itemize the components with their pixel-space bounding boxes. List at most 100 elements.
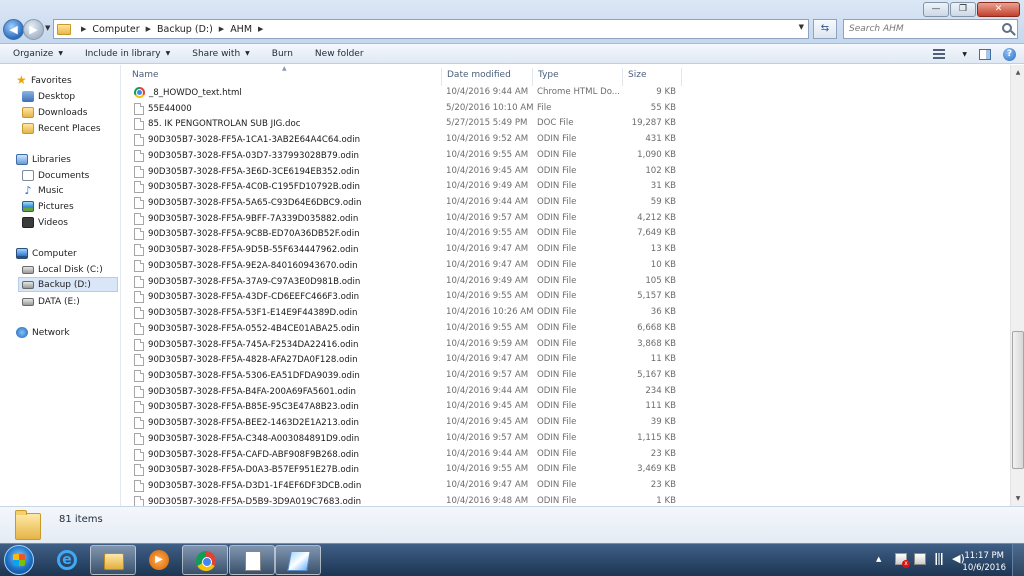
nav-backup-d[interactable]: Backup (D:)	[18, 277, 118, 292]
battery-icon[interactable]	[914, 553, 926, 565]
close-button[interactable]: ✕	[977, 2, 1020, 17]
file-row[interactable]: 85. IK PENGONTROLAN SUB JIG.doc 5/27/2015…	[130, 117, 681, 133]
breadcrumb-computer[interactable]: Computer	[92, 24, 139, 35]
nav-favorites[interactable]: ★ Favorites	[16, 73, 72, 88]
nav-network[interactable]: Network	[16, 325, 70, 340]
include-in-library-menu[interactable]: Include in library ▼	[72, 44, 179, 64]
file-row[interactable]: _8_HOWDO_text.html 10/4/2016 9:44 AM Chrom…	[130, 86, 681, 102]
file-date: 10/4/2016 9:57 AM	[446, 369, 529, 380]
forward-button[interactable]: ▶	[23, 19, 44, 40]
file-name: 90D305B7-3028-FF5A-B85E-95C3E47A8B23.odi…	[148, 402, 359, 413]
taskbar-windows-explorer[interactable]	[90, 545, 136, 575]
file-row[interactable]: 90D305B7-3028-FF5A-5A65-C93D64E6DBC9.odi…	[130, 196, 681, 212]
nav-videos[interactable]: Videos	[22, 215, 68, 230]
scroll-down-icon[interactable]: ▼	[1012, 492, 1024, 505]
file-row[interactable]: 90D305B7-3028-FF5A-BEE2-1463D2E1A213.odi…	[130, 416, 681, 432]
burn-button[interactable]: Burn	[259, 44, 302, 64]
nav-data-e[interactable]: DATA (E:)	[22, 294, 80, 309]
file-row[interactable]: 55E44000 5/20/2016 10:10 AM File 55 KB	[130, 102, 681, 118]
file-row[interactable]: 90D305B7-3028-FF5A-03D7-337993028B79.odi…	[130, 149, 681, 165]
nav-desktop[interactable]: Desktop	[22, 89, 75, 104]
file-row[interactable]: 90D305B7-3028-FF5A-4828-AFA27DA0F128.odi…	[130, 353, 681, 369]
file-row[interactable]: 90D305B7-3028-FF5A-53F1-E14E9F44389D.odi…	[130, 306, 681, 322]
search-input[interactable]: Search AHM	[843, 19, 1018, 39]
file-row[interactable]: 90D305B7-3028-FF5A-D3D1-1F4EF6DF3DCB.odi…	[130, 479, 681, 495]
nav-downloads[interactable]: Downloads	[22, 105, 87, 120]
file-icon	[134, 401, 144, 414]
nav-recent-places[interactable]: Recent Places	[22, 121, 101, 136]
taskbar-chrome[interactable]	[182, 545, 228, 575]
file-row[interactable]: 90D305B7-3028-FF5A-4C0B-C195FD10792B.odi…	[130, 180, 681, 196]
nav-local-disk-c[interactable]: Local Disk (C:)	[22, 262, 103, 277]
nav-music[interactable]: ♪ Music	[22, 183, 63, 198]
file-row[interactable]: 90D305B7-3028-FF5A-5306-EA51DFDA9039.odi…	[130, 369, 681, 385]
chevron-right-icon[interactable]: ▶	[146, 25, 151, 33]
breadcrumb-ahm[interactable]: AHM	[230, 24, 252, 35]
chevron-right-icon[interactable]: ▶	[258, 25, 263, 33]
file-row[interactable]: 90D305B7-3028-FF5A-37A9-C97A3E0D981B.odi…	[130, 275, 681, 291]
file-row[interactable]: 90D305B7-3028-FF5A-D0A3-B57EF951E27B.odi…	[130, 463, 681, 479]
clock[interactable]: 11:17 PM 10/6/2016	[962, 550, 1006, 574]
taskbar-document[interactable]	[229, 545, 275, 575]
column-header-date-modified[interactable]: Date modified	[441, 68, 532, 86]
show-hidden-icons-icon[interactable]: ▲	[876, 553, 888, 565]
nav-pictures[interactable]: Pictures	[22, 199, 74, 214]
recent-pages-dropdown[interactable]: ▼	[45, 24, 50, 32]
change-view-icon[interactable]	[933, 49, 946, 59]
chevron-right-icon[interactable]: ▶	[219, 25, 224, 33]
file-row[interactable]: 90D305B7-3028-FF5A-745A-F2534DA22416.odi…	[130, 338, 681, 354]
network-signal-icon[interactable]	[933, 553, 945, 565]
refresh-button[interactable]: ⇆	[813, 19, 837, 39]
preview-pane-icon[interactable]	[979, 48, 991, 60]
file-row[interactable]: 90D305B7-3028-FF5A-B4FA-200A69FA5601.odi…	[130, 385, 681, 401]
back-button[interactable]: ◀	[3, 19, 24, 40]
organize-menu[interactable]: Organize ▼	[0, 44, 72, 64]
file-date: 10/4/2016 9:59 AM	[446, 338, 529, 349]
scrollbar-thumb[interactable]	[1012, 331, 1024, 469]
file-name-cell: 90D305B7-3028-FF5A-03D7-337993028B79.odi…	[134, 149, 434, 162]
nav-libraries[interactable]: Libraries	[16, 152, 71, 167]
file-row[interactable]: 90D305B7-3028-FF5A-9BFF-7A339D035882.odi…	[130, 212, 681, 228]
file-row[interactable]: 90D305B7-3028-FF5A-B85E-95C3E47A8B23.odi…	[130, 400, 681, 416]
file-size: 6,668 KB	[637, 322, 676, 333]
column-header-size[interactable]: Size	[622, 68, 682, 86]
chevron-right-icon[interactable]: ▶	[81, 25, 86, 33]
file-type: ODIN File	[537, 480, 577, 490]
file-date: 10/4/2016 9:45 AM	[446, 165, 529, 176]
file-row[interactable]: 90D305B7-3028-FF5A-1CA1-3AB2E64A4C64.odi…	[130, 133, 681, 149]
show-desktop-button[interactable]	[1012, 544, 1024, 576]
share-with-menu[interactable]: Share with ▼	[179, 44, 259, 64]
column-header-type[interactable]: Type	[532, 68, 622, 86]
file-row[interactable]: 90D305B7-3028-FF5A-43DF-CD6EEFC466F3.odi…	[130, 290, 681, 306]
taskbar-internet-explorer[interactable]: e	[44, 545, 90, 575]
help-icon[interactable]: ?	[1003, 47, 1016, 61]
file-row[interactable]: 90D305B7-3028-FF5A-3E6D-3CE6194EB352.odi…	[130, 165, 681, 181]
nav-documents[interactable]: Documents	[22, 168, 89, 183]
breadcrumb-backup-drive[interactable]: Backup (D:)	[157, 24, 213, 35]
file-row[interactable]: 90D305B7-3028-FF5A-9D5B-55F634447962.odi…	[130, 243, 681, 259]
file-row[interactable]: 90D305B7-3028-FF5A-0552-4B4CE01ABA25.odi…	[130, 322, 681, 338]
address-bar[interactable]: ▶ Computer ▶ Backup (D:) ▶ AHM ▶ ▼	[53, 19, 809, 39]
file-row[interactable]: 90D305B7-3028-FF5A-C348-A003084891D9.odi…	[130, 432, 681, 448]
file-name: 90D305B7-3028-FF5A-D5B9-3D9A019C7683.odi…	[148, 496, 362, 506]
maximize-button[interactable]: ❐	[950, 2, 976, 17]
file-row[interactable]: 90D305B7-3028-FF5A-CAFD-ABF908F9B268.odi…	[130, 448, 681, 464]
file-row[interactable]: 90D305B7-3028-FF5A-9C8B-ED70A36DB52F.odi…	[130, 227, 681, 243]
file-row[interactable]: 90D305B7-3028-FF5A-9E2A-840160943670.odi…	[130, 259, 681, 275]
network-icon	[16, 327, 28, 338]
scroll-up-icon[interactable]: ▲	[1012, 66, 1024, 79]
nav-label: Network	[32, 327, 70, 338]
nav-computer[interactable]: Computer	[16, 246, 77, 261]
vertical-scrollbar[interactable]: ▲ ▼	[1010, 65, 1024, 506]
action-center-flag-icon[interactable]	[895, 553, 910, 568]
file-row[interactable]: 90D305B7-3028-FF5A-D5B9-3D9A019C7683.odi…	[130, 495, 681, 506]
column-header-name[interactable]: Name	[127, 68, 441, 86]
taskbar-paint[interactable]	[275, 545, 321, 575]
chevron-down-icon[interactable]: ▼	[962, 51, 967, 58]
new-folder-button[interactable]: New folder	[302, 44, 373, 64]
address-history-dropdown[interactable]: ▼	[799, 23, 804, 31]
file-name: 90D305B7-3028-FF5A-5306-EA51DFDA9039.odi…	[148, 370, 360, 381]
taskbar-media-player[interactable]: ▶	[136, 545, 182, 575]
start-button[interactable]	[4, 545, 34, 575]
minimize-button[interactable]: —	[923, 2, 949, 17]
